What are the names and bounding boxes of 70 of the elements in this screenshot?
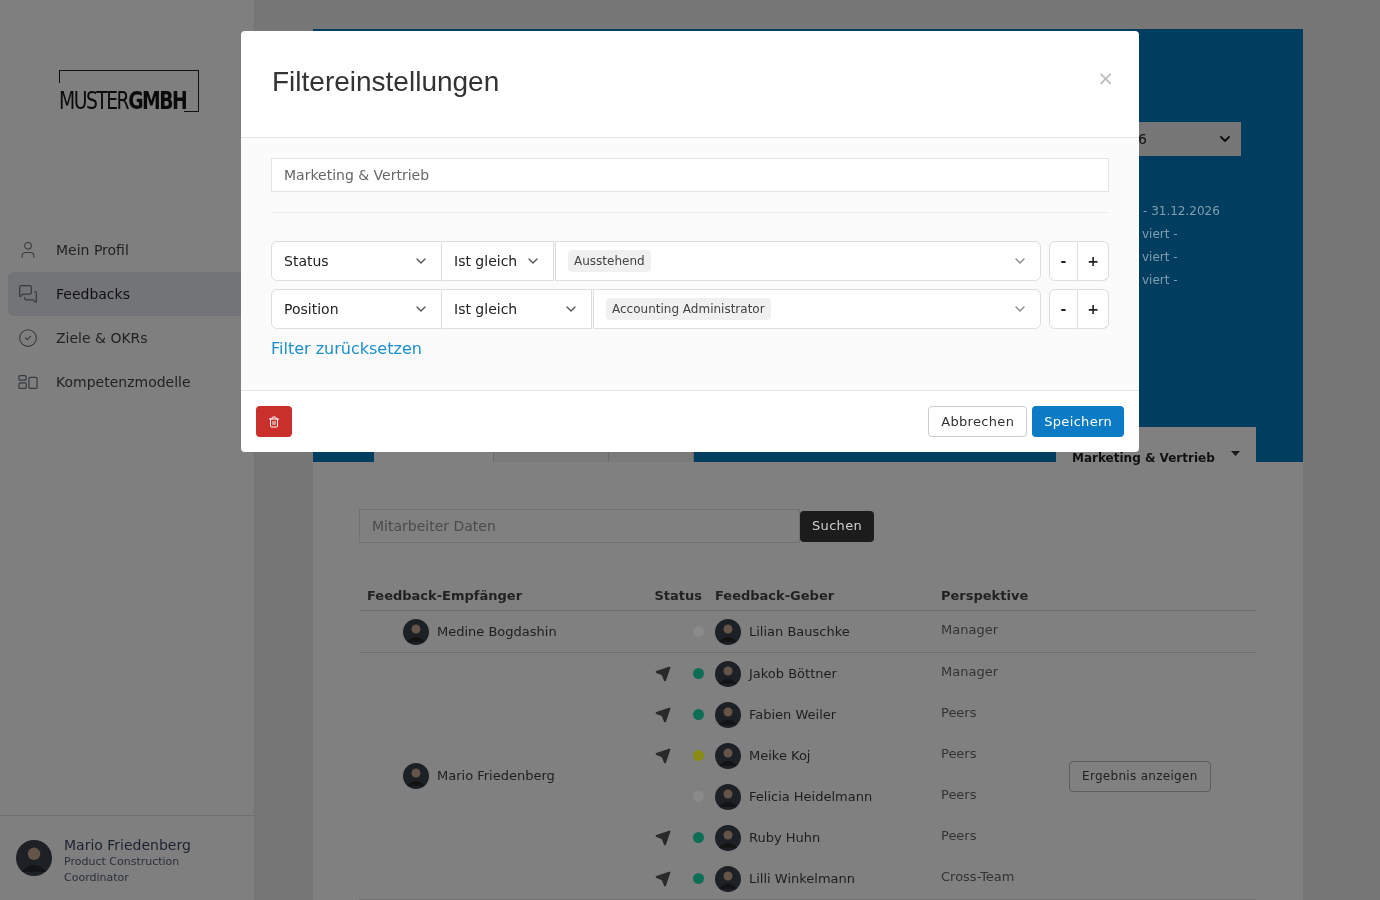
avatar xyxy=(16,840,52,876)
send-icon[interactable] xyxy=(655,829,671,846)
perspective: Manager xyxy=(941,662,999,681)
send-icon[interactable] xyxy=(655,747,671,764)
giver-name: Ruby Huhn xyxy=(749,828,821,847)
giver-name: Felicia Heidelmann xyxy=(749,787,873,806)
column-header: Feedback-Geber xyxy=(715,586,836,605)
caret-icon xyxy=(1231,451,1240,456)
recipient-name: Medine Bogdashin xyxy=(437,622,557,641)
column-header: Perspektive xyxy=(941,586,1029,605)
giver-name: Lilian Bauschke xyxy=(749,622,850,641)
operator-select[interactable]: Ist gleich xyxy=(442,289,592,329)
add-filter-button[interactable]: + xyxy=(1078,289,1109,329)
avatar xyxy=(715,824,741,851)
perspective: Manager xyxy=(941,620,999,639)
giver-name: Lilli Winkelmann xyxy=(749,869,856,888)
field-select[interactable]: Position xyxy=(271,289,442,329)
dialog-title: Filtereinstellungen xyxy=(272,65,500,99)
group-field[interactable]: Marketing & Vertrieb xyxy=(271,158,1109,192)
avatar xyxy=(715,701,741,728)
nav-item[interactable]: Mein Profil xyxy=(8,228,254,272)
remove-filter-button[interactable]: - xyxy=(1049,241,1078,281)
recipient-name: Mario Friedenberg xyxy=(437,767,555,786)
field-select[interactable]: Status xyxy=(271,241,442,281)
add-filter-button[interactable]: + xyxy=(1078,241,1109,281)
avatar xyxy=(715,742,741,769)
perspective: Peers xyxy=(941,703,978,722)
search-button[interactable]: Suchen xyxy=(800,510,875,542)
giver-name: Fabien Weiler xyxy=(749,705,837,724)
result-button[interactable]: Ergebnis anzeigen xyxy=(1069,760,1211,792)
avatar xyxy=(715,660,741,687)
cancel-button[interactable]: Abbrechen xyxy=(928,406,1028,437)
nav-item[interactable]: Ziele & OKRs xyxy=(8,316,254,360)
avatar xyxy=(403,618,429,645)
avatar xyxy=(715,783,741,810)
status-note: viert - xyxy=(1141,272,1179,289)
send-icon[interactable] xyxy=(655,706,671,723)
delete-button[interactable] xyxy=(256,406,292,437)
check-circle-icon xyxy=(18,328,38,348)
nav-item[interactable]: Kompetenzmodelle xyxy=(8,360,254,404)
giver-name: Meike Koj xyxy=(749,746,811,765)
user-name: Mario Friedenberg xyxy=(64,836,192,854)
trash-icon xyxy=(268,415,280,428)
perspective: Peers xyxy=(941,785,978,804)
save-button[interactable]: Speichern xyxy=(1032,406,1124,437)
layout-icon xyxy=(18,374,38,390)
operator-select[interactable]: Ist gleich xyxy=(442,241,554,281)
value-tag: Accounting Administrator xyxy=(606,298,771,320)
avatar xyxy=(403,763,429,789)
status-note: viert - xyxy=(1141,226,1179,243)
value-tag: Ausstehend xyxy=(568,250,651,272)
chat-icon xyxy=(18,284,38,304)
perspective: Cross-Team xyxy=(941,867,1016,886)
avatar xyxy=(715,618,741,645)
status-note: viert - xyxy=(1141,249,1179,266)
column-header: Feedback-Empfänger xyxy=(366,586,524,605)
reset-filter-link[interactable]: Filter zurücksetzen xyxy=(271,337,422,361)
period-text: - 31.12.2026 xyxy=(1142,203,1221,220)
user-title: Product Construction Coordinator xyxy=(64,854,181,886)
perspective: Peers xyxy=(941,826,978,845)
giver-name: Jakob Böttner xyxy=(749,664,837,683)
column-header: Status xyxy=(653,586,703,605)
value-select[interactable]: Accounting Administrator xyxy=(593,289,1041,329)
send-icon[interactable] xyxy=(655,870,671,887)
avatar xyxy=(715,865,741,892)
logo: MUSTERGMBH xyxy=(59,70,199,112)
value-select[interactable]: Ausstehend xyxy=(555,241,1041,281)
remove-filter-button[interactable]: - xyxy=(1049,289,1078,329)
perspective: Peers xyxy=(941,744,978,763)
send-icon[interactable] xyxy=(655,665,671,682)
